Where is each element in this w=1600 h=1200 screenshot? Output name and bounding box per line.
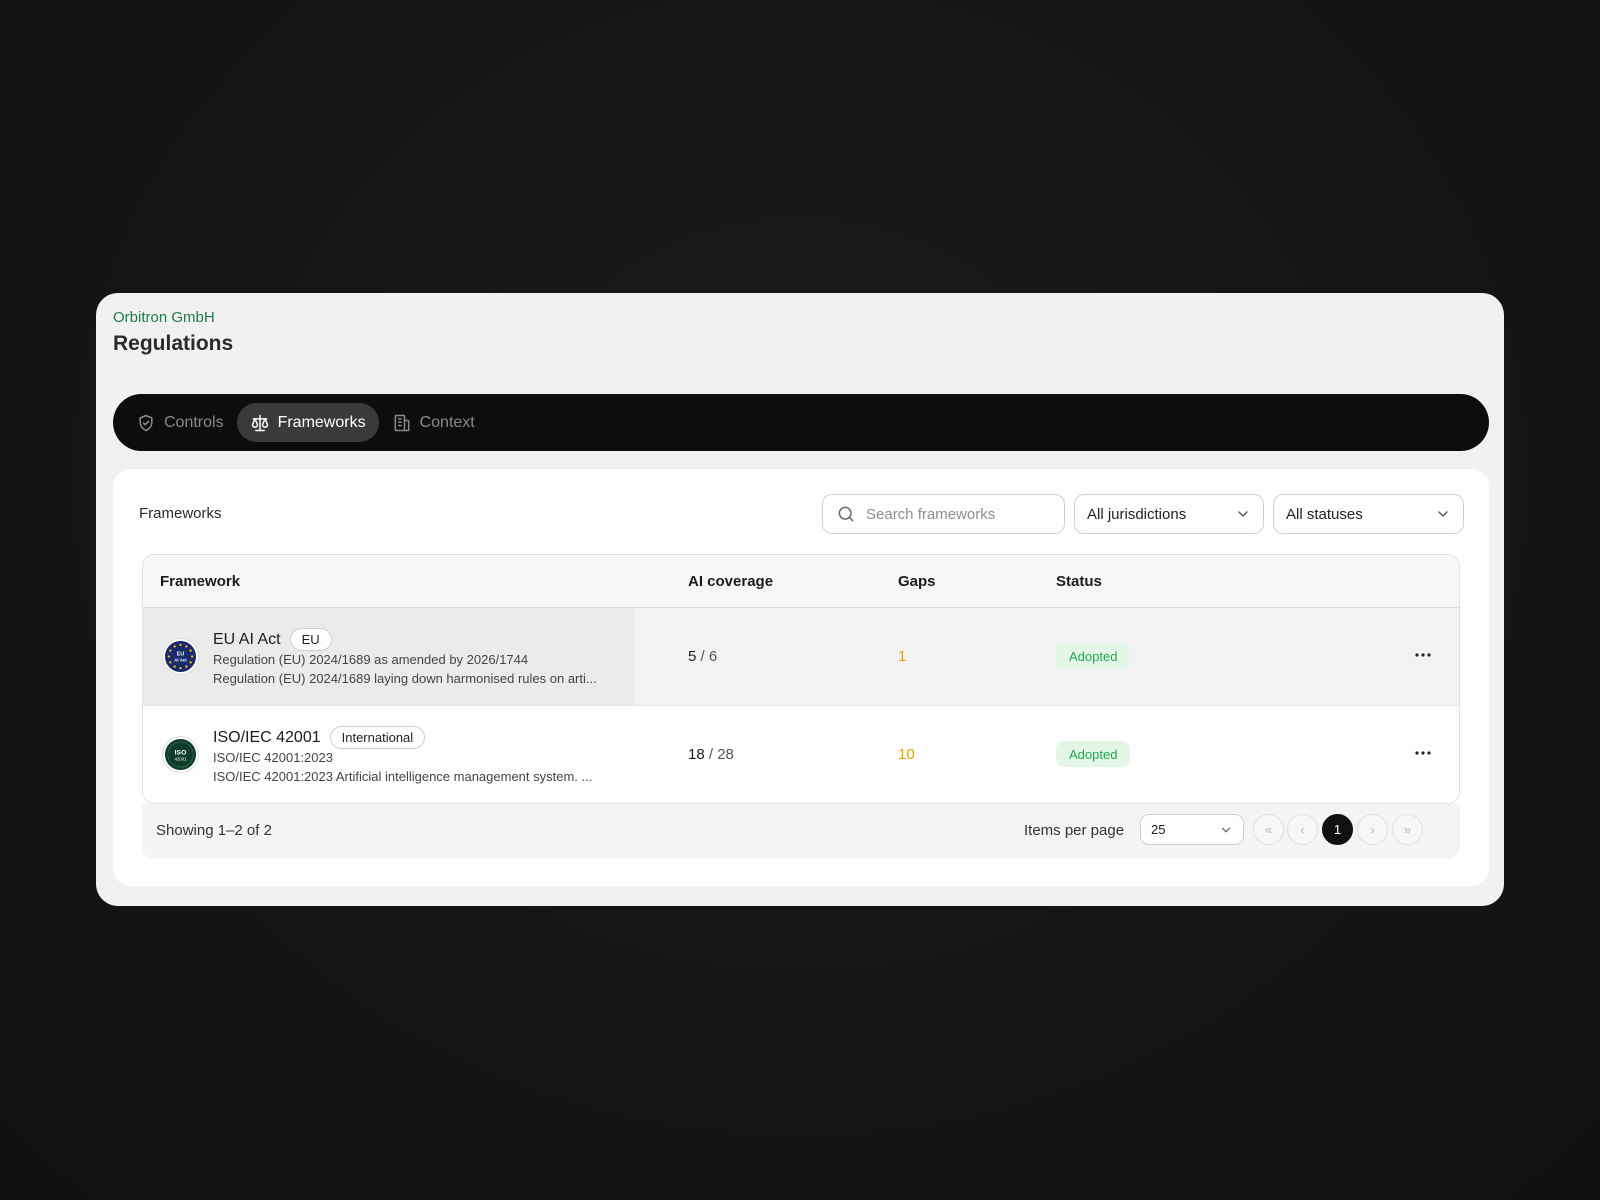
framework-title[interactable]: EU AI Act — [213, 631, 281, 649]
eu-ai-act-logo: EU AI Act — [162, 638, 199, 675]
chevron-down-icon — [1238, 511, 1248, 517]
scale-icon — [251, 414, 268, 431]
framework-description: Regulation (EU) 2024/1689 laying down ha… — [213, 671, 597, 686]
search-box — [822, 494, 1065, 534]
first-page-button[interactable]: « — [1253, 814, 1284, 845]
status-select[interactable]: All statuses — [1273, 494, 1464, 534]
tab-controls-label: Controls — [164, 413, 224, 431]
gaps-count: 10 — [898, 746, 915, 763]
building-icon — [394, 414, 410, 431]
chevron-left-icon: ‹ — [1300, 822, 1305, 837]
row-highlight — [635, 608, 1459, 705]
tab-context[interactable]: Context — [379, 403, 488, 442]
organization-name: Orbitron GmbH — [113, 309, 215, 326]
status-select-value: All statuses — [1286, 505, 1363, 523]
jurisdiction-select[interactable]: All jurisdictions — [1074, 494, 1264, 534]
search-input[interactable] — [866, 505, 1046, 523]
next-page-button[interactable]: › — [1357, 814, 1388, 845]
chevrons-left-icon: « — [1264, 822, 1273, 837]
framework-subtitle: ISO/IEC 42001:2023 — [213, 750, 333, 765]
page-number: 1 — [1333, 822, 1342, 837]
showing-count: Showing 1–2 of 2 — [156, 822, 272, 839]
status-badge: Adopted — [1056, 741, 1131, 767]
tab-frameworks-label: Frameworks — [277, 413, 366, 431]
status-badge: Adopted — [1056, 643, 1131, 669]
page-title: Regulations — [113, 332, 234, 355]
iso-42001-logo: ISO 42001 — [162, 736, 199, 773]
jurisdiction-select-value: All jurisdictions — [1087, 505, 1187, 523]
tab-bar: Controls Frameworks Context — [113, 394, 1489, 451]
coverage-done: 18 — [688, 746, 705, 763]
chevrons-right-icon: » — [1403, 822, 1412, 837]
tab-frameworks[interactable]: Frameworks — [236, 403, 379, 442]
coverage-done: 5 — [688, 648, 697, 665]
framework-title[interactable]: ISO/IEC 42001 — [213, 729, 321, 747]
chevron-down-icon — [1221, 827, 1231, 833]
jurisdiction-badge: International — [329, 726, 426, 749]
items-per-page-label: Items per page — [1024, 822, 1125, 839]
ai-coverage: 5 / 6 — [688, 648, 717, 665]
chevron-right-icon: › — [1370, 822, 1375, 837]
column-header-gaps[interactable]: Gaps — [898, 573, 936, 590]
previous-page-button[interactable]: ‹ — [1287, 814, 1318, 845]
column-header-framework[interactable]: Framework — [160, 573, 240, 590]
column-header-ai-coverage[interactable]: AI coverage — [688, 573, 773, 590]
panel-title: Frameworks — [139, 505, 222, 522]
tab-controls[interactable]: Controls — [123, 403, 237, 442]
frameworks-panel: Frameworks All jurisdictions All statuse… — [113, 469, 1489, 886]
framework-name: ISO/IEC 42001 International — [213, 726, 426, 749]
search-icon — [838, 506, 854, 522]
more-actions-button[interactable] — [1411, 643, 1435, 667]
chevron-down-icon — [1438, 511, 1448, 517]
more-horizontal-icon — [1415, 653, 1431, 657]
jurisdiction-badge: EU — [289, 628, 332, 651]
column-header-status[interactable]: Status — [1056, 573, 1102, 590]
last-page-button[interactable]: » — [1392, 814, 1423, 845]
coverage-total: / 28 — [708, 746, 734, 763]
framework-name: EU AI Act EU — [213, 628, 332, 651]
logo-text: AI Act — [174, 657, 187, 662]
more-horizontal-icon — [1415, 751, 1431, 755]
framework-subtitle: Regulation (EU) 2024/1689 as amended by … — [213, 652, 529, 667]
items-per-page-value: 25 — [1151, 822, 1166, 837]
tab-context-label: Context — [419, 413, 475, 431]
framework-description: ISO/IEC 42001:2023 Artificial intelligen… — [213, 769, 593, 784]
regulations-window: Orbitron GmbH Regulations Controls Frame… — [96, 293, 1504, 906]
table-footer: Showing 1–2 of 2 Items per page 25 « ‹ 1… — [142, 804, 1460, 859]
items-per-page-select[interactable]: 25 — [1140, 814, 1244, 845]
coverage-total: / 6 — [700, 648, 718, 665]
table-row[interactable]: ISO 42001 ISO/IEC 42001 International IS… — [143, 706, 1459, 803]
more-actions-button[interactable] — [1411, 741, 1435, 765]
logo-text: 42001 — [174, 756, 187, 761]
shield-check-icon — [139, 414, 153, 431]
frameworks-table: Framework AI coverage Gaps Status EU AI … — [142, 554, 1460, 804]
page-button-current[interactable]: 1 — [1322, 814, 1353, 845]
gaps-count: 1 — [898, 648, 907, 665]
table-row[interactable]: EU AI Act EU AI Act EU Regulation (EU) 2… — [143, 608, 1459, 706]
table-header: Framework AI coverage Gaps Status — [143, 555, 1459, 608]
ai-coverage: 18 / 28 — [688, 746, 734, 763]
